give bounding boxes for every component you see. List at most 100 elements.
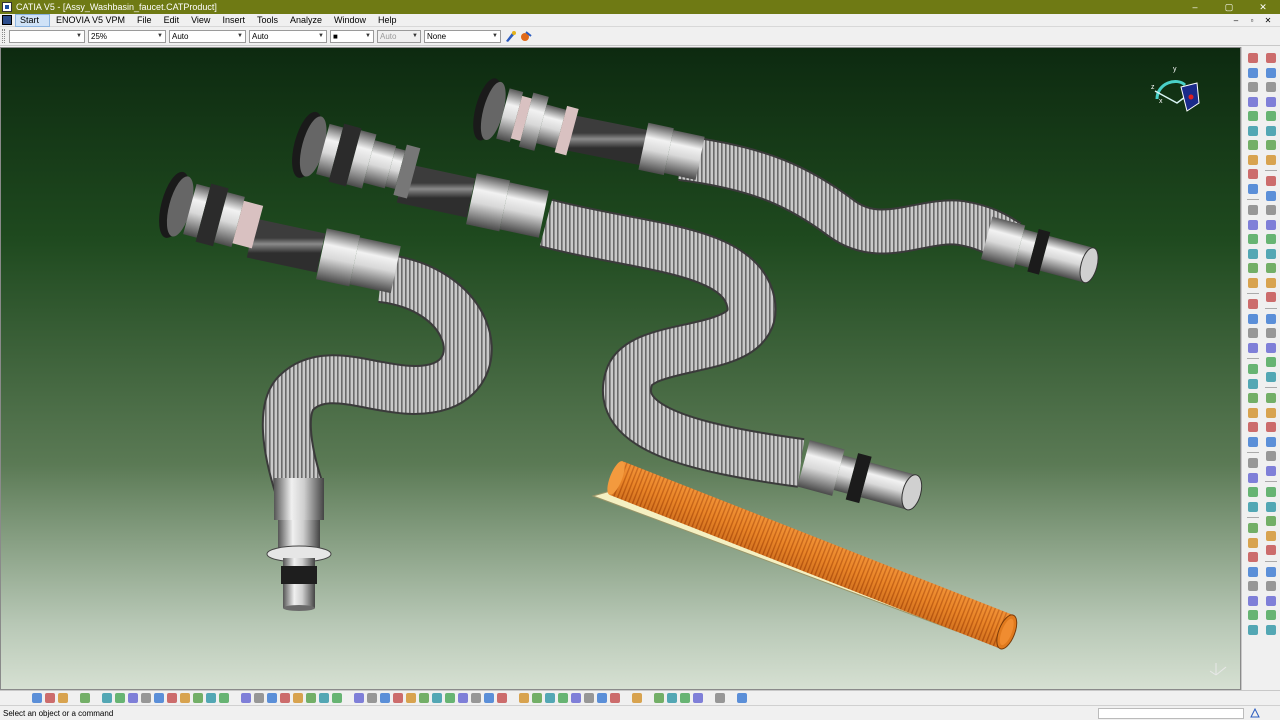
tool-icon[interactable] xyxy=(1266,219,1276,230)
tool-icon[interactable] xyxy=(1248,205,1258,215)
tool-icon[interactable] xyxy=(1266,248,1276,259)
tool-icon[interactable] xyxy=(102,693,112,703)
tool-icon[interactable] xyxy=(1248,234,1258,244)
line-thickness-combo[interactable]: Auto ▼ xyxy=(169,29,246,43)
middle-siphon-assembly[interactable] xyxy=(286,109,927,518)
menu-analyze[interactable]: Analyze xyxy=(284,14,328,27)
fill-color-combo[interactable]: ▼ xyxy=(9,29,85,43)
tool-icon[interactable] xyxy=(267,693,277,703)
tool-icon[interactable] xyxy=(319,693,329,703)
tool-icon[interactable] xyxy=(1248,610,1258,620)
tool-icon[interactable] xyxy=(1248,169,1258,179)
tool-icon[interactable] xyxy=(1266,234,1276,244)
tool-icon[interactable] xyxy=(1248,342,1258,353)
tool-icon[interactable] xyxy=(1248,299,1258,309)
tool-icon[interactable] xyxy=(1248,378,1258,389)
tool-icon[interactable] xyxy=(1248,248,1258,259)
tool-icon[interactable] xyxy=(1266,581,1276,591)
tool-icon[interactable] xyxy=(219,693,229,703)
tool-icon[interactable] xyxy=(306,693,316,703)
tool-icon[interactable] xyxy=(610,693,620,703)
tool-icon[interactable] xyxy=(180,693,190,703)
doc-minimize-button[interactable]: – xyxy=(1228,14,1244,27)
tool-icon[interactable] xyxy=(367,693,377,703)
tool-icon[interactable] xyxy=(1266,313,1276,324)
tool-icon[interactable] xyxy=(1248,537,1258,548)
tool-icon[interactable] xyxy=(1266,357,1276,367)
tool-icon[interactable] xyxy=(380,693,390,703)
tool-icon[interactable] xyxy=(1248,263,1258,273)
tool-icon[interactable] xyxy=(1266,125,1276,136)
tool-icon[interactable] xyxy=(1248,313,1258,324)
tool-icon[interactable] xyxy=(1248,566,1258,577)
tool-icon[interactable] xyxy=(1266,566,1276,577)
tool-icon[interactable] xyxy=(1266,530,1276,541)
tool-icon[interactable] xyxy=(1248,219,1258,230)
tool-icon[interactable] xyxy=(206,693,216,703)
tool-icon[interactable] xyxy=(1266,328,1276,338)
tool-icon[interactable] xyxy=(445,693,455,703)
tool-icon[interactable] xyxy=(497,693,507,703)
point-symbol-combo[interactable]: ■ ▼ xyxy=(330,29,374,43)
tool-icon[interactable] xyxy=(280,693,290,703)
tool-icon[interactable] xyxy=(1266,436,1276,447)
tool-icon[interactable] xyxy=(1248,277,1258,288)
tool-icon[interactable] xyxy=(1266,342,1276,353)
tool-icon[interactable] xyxy=(1266,516,1276,526)
tool-icon[interactable] xyxy=(1266,610,1276,620)
tool-icon[interactable] xyxy=(715,693,725,703)
tool-icon[interactable] xyxy=(1266,624,1276,635)
tool-icon[interactable] xyxy=(1248,501,1258,512)
menu-edit[interactable]: Edit xyxy=(158,14,186,27)
tool-icon[interactable] xyxy=(419,693,429,703)
document-icon[interactable] xyxy=(2,15,12,25)
tool-icon[interactable] xyxy=(332,693,342,703)
left-siphon-assembly[interactable] xyxy=(153,169,493,611)
tool-icon[interactable] xyxy=(1248,407,1258,418)
tool-icon[interactable] xyxy=(545,693,555,703)
tool-icon[interactable] xyxy=(1248,67,1258,78)
tool-icon[interactable] xyxy=(1266,67,1276,78)
command-input[interactable] xyxy=(1098,708,1244,719)
tool-icon[interactable] xyxy=(1248,111,1258,121)
graphic-properties-icon[interactable] xyxy=(519,30,532,43)
tool-icon[interactable] xyxy=(1266,487,1276,497)
tool-icon[interactable] xyxy=(115,693,125,703)
minimize-button[interactable]: – xyxy=(1178,0,1212,14)
tool-icon[interactable] xyxy=(1266,545,1276,555)
tool-icon[interactable] xyxy=(680,693,690,703)
tool-icon[interactable] xyxy=(128,693,138,703)
tool-icon[interactable] xyxy=(1248,183,1258,194)
tool-icon[interactable] xyxy=(1266,190,1276,201)
tool-icon[interactable] xyxy=(393,693,403,703)
close-button[interactable]: ✕ xyxy=(1246,0,1280,14)
tool-icon[interactable] xyxy=(1266,595,1276,606)
tool-icon[interactable] xyxy=(1266,96,1276,107)
doc-close-button[interactable]: ✕ xyxy=(1260,14,1276,27)
tool-icon[interactable] xyxy=(1266,465,1276,476)
compass-icon[interactable]: y z x xyxy=(1151,66,1200,112)
tool-icon[interactable] xyxy=(1266,111,1276,121)
tool-icon[interactable] xyxy=(1248,154,1258,165)
tool-icon[interactable] xyxy=(1248,140,1258,150)
tool-icon[interactable] xyxy=(1266,263,1276,273)
tool-icon[interactable] xyxy=(737,693,747,703)
tool-icon[interactable] xyxy=(471,693,481,703)
tool-icon[interactable] xyxy=(632,693,642,703)
tool-icon[interactable] xyxy=(1248,53,1258,63)
3d-viewport[interactable]: y z x xyxy=(0,47,1241,690)
tool-icon[interactable] xyxy=(1248,364,1258,374)
menu-tools[interactable]: Tools xyxy=(251,14,284,27)
tool-icon[interactable] xyxy=(1248,458,1258,468)
tool-icon[interactable] xyxy=(1266,292,1276,302)
menu-insert[interactable]: Insert xyxy=(216,14,251,27)
tool-icon[interactable] xyxy=(484,693,494,703)
tool-icon[interactable] xyxy=(597,693,607,703)
back-siphon-assembly[interactable] xyxy=(468,75,1103,288)
tool-icon[interactable] xyxy=(1248,624,1258,635)
tool-icon[interactable] xyxy=(167,693,177,703)
tool-icon[interactable] xyxy=(1266,176,1276,186)
line-type-combo[interactable]: Auto ▼ xyxy=(249,29,327,43)
tool-icon[interactable] xyxy=(558,693,568,703)
menu-file[interactable]: File xyxy=(131,14,158,27)
